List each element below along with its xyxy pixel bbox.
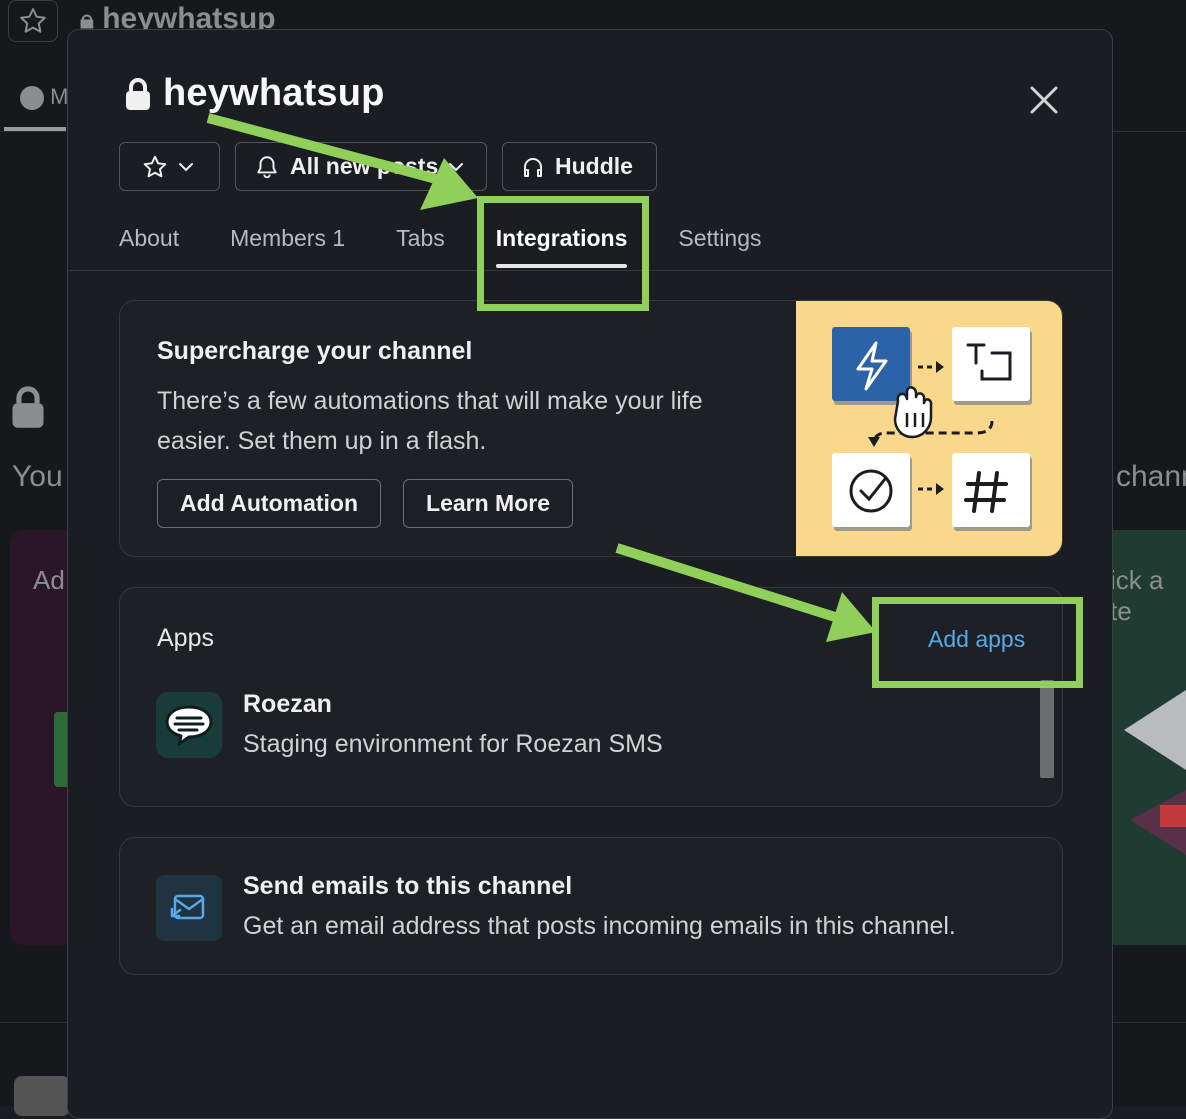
star-icon <box>142 154 168 180</box>
app-name[interactable]: Roezan <box>243 690 332 719</box>
bg-star-button[interactable] <box>8 0 58 42</box>
automation-illustration <box>796 301 1063 557</box>
supercharge-buttons: Add Automation Learn More <box>157 479 573 528</box>
lock-icon <box>123 77 153 111</box>
supercharge-description: There’s a few automations that will make… <box>157 381 777 461</box>
bg-tab-underline <box>4 127 66 131</box>
tab-members[interactable]: Members 1 <box>230 225 345 268</box>
star-channel-button[interactable] <box>119 142 220 191</box>
headphones-icon <box>521 155 545 179</box>
add-apps-highlight-box <box>872 597 1083 688</box>
tab-about[interactable]: About <box>119 225 179 268</box>
channel-details-modal: heywhatsup All new posts Huddle Abou <box>67 29 1113 1119</box>
email-description: Get an email address that posts incoming… <box>243 912 956 941</box>
roezan-app-icon[interactable] <box>156 692 222 758</box>
notification-settings-button[interactable]: All new posts <box>235 142 487 191</box>
bg-intro-text-right: chann <box>1116 460 1186 494</box>
bg-card-left-label: Ad <box>33 565 65 596</box>
supercharge-card: Supercharge your channel There’s a few a… <box>119 300 1063 557</box>
chat-bubble-icon <box>163 703 215 747</box>
close-button[interactable] <box>1024 80 1064 120</box>
apps-title: Apps <box>157 624 214 653</box>
bg-intro-text: You <box>12 460 63 494</box>
tab-bar: About Members 1 Tabs Integrations Settin… <box>119 225 812 268</box>
modal-title-row: heywhatsup <box>123 72 385 115</box>
app-description: Staging environment for Roezan SMS <box>243 730 663 759</box>
huddle-label: Huddle <box>555 153 633 180</box>
star-icon <box>18 6 48 36</box>
mail-forward-icon <box>170 892 208 924</box>
action-button-row: All new posts Huddle <box>119 142 657 191</box>
learn-more-button[interactable]: Learn More <box>403 479 573 528</box>
apps-scrollbar[interactable] <box>1040 680 1054 778</box>
page-title: heywhatsup <box>163 72 385 115</box>
bg-lock-icon <box>8 385 48 439</box>
bg-tab-messages[interactable]: M <box>20 84 68 110</box>
close-icon <box>1029 85 1059 115</box>
members-count: 1 <box>332 225 345 251</box>
email-title: Send emails to this channel <box>243 872 572 901</box>
tab-settings[interactable]: Settings <box>678 225 761 268</box>
bg-card-illustration-right <box>1120 680 1186 860</box>
chevron-down-icon <box>178 159 194 175</box>
notification-settings-label: All new posts <box>290 153 438 180</box>
avatar[interactable] <box>14 1076 70 1116</box>
add-automation-button[interactable]: Add Automation <box>157 479 381 528</box>
huddle-button[interactable]: Huddle <box>502 142 657 191</box>
supercharge-title: Supercharge your channel <box>157 337 472 366</box>
bg-card-right-label: ick a te <box>1110 565 1186 627</box>
chevron-down-icon <box>448 159 464 175</box>
tab-tabs[interactable]: Tabs <box>396 225 445 268</box>
integrations-highlight-box <box>477 196 649 311</box>
workflow-illustration <box>796 301 1063 557</box>
email-to-channel-icon <box>156 875 222 941</box>
email-card[interactable]: Send emails to this channel Get an email… <box>119 837 1063 975</box>
bell-icon <box>254 154 280 180</box>
